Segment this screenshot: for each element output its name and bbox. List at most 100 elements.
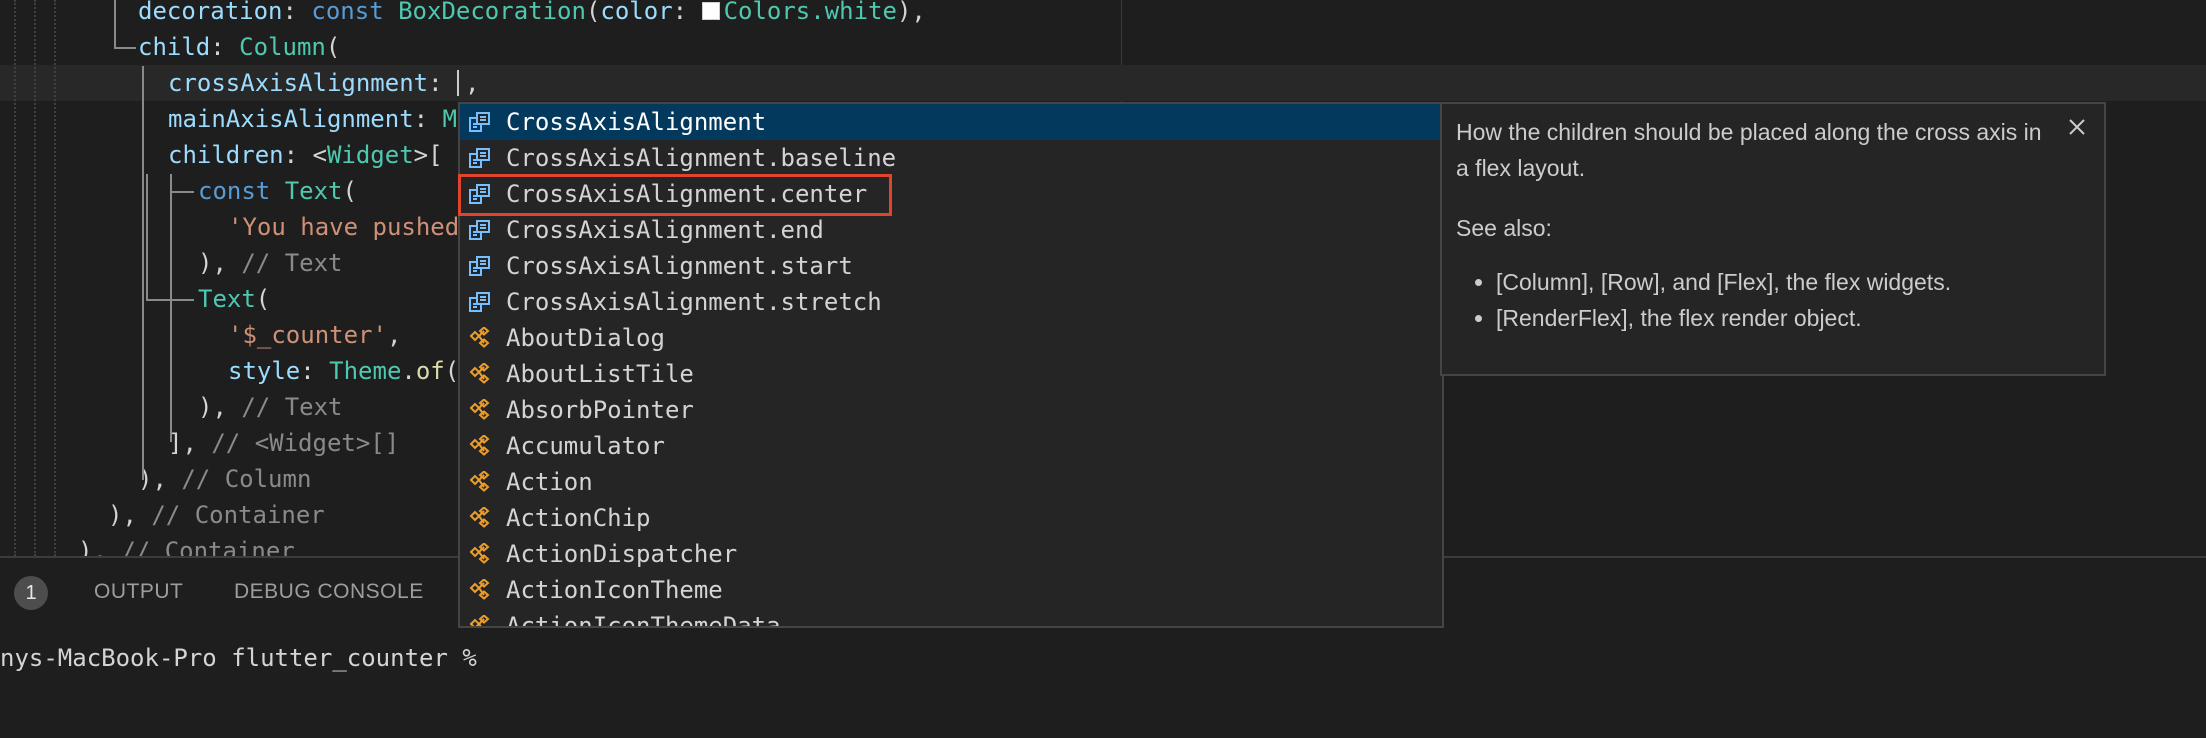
code-token: : (413, 105, 443, 133)
indent-guide (34, 0, 36, 556)
terminal-prompt[interactable]: nys-MacBook-Pro flutter_counter % (0, 644, 477, 672)
indent-guide (54, 0, 56, 556)
enum-member-icon (469, 220, 490, 240)
class-icon (469, 579, 490, 600)
doc-summary: How the children should be placed along … (1456, 119, 2042, 181)
tab-debug-console[interactable]: DEBUG CONSOLE (234, 580, 424, 604)
code-token: Colors.white (723, 0, 897, 25)
doc-see-also-heading: See also: (1456, 215, 1552, 241)
suggestion-label: CrossAxisAlignment.start (506, 252, 853, 280)
code-token: ( (255, 285, 271, 313)
color-swatch-icon[interactable] (701, 2, 720, 20)
suggestion-item[interactable]: ActionIconTheme (460, 572, 1442, 608)
code-token: ), (138, 465, 182, 493)
code-token: : (282, 0, 312, 25)
bracket-guide (146, 174, 148, 300)
code-token: '$_counter' (228, 321, 387, 349)
suggestion-item[interactable]: ActionDispatcher (460, 536, 1442, 572)
suggestion-label: CrossAxisAlignment (506, 108, 767, 136)
code-token: // Container (121, 537, 295, 556)
bracket-guide (146, 299, 194, 301)
code-line[interactable]: child: Column( (0, 29, 2206, 65)
suggestion-item[interactable]: AboutListTile (460, 356, 1442, 392)
code-token: ), (78, 537, 122, 556)
code-line-current[interactable]: crossAxisAlignment: , (0, 65, 2206, 101)
code-token: // Container (151, 501, 325, 529)
code-token: Column (239, 33, 326, 61)
suggestion-label: CrossAxisAlignment.stretch (506, 288, 882, 316)
code-token: ), (896, 0, 926, 25)
code-token: mainAxisAlignment (168, 105, 414, 133)
enum-member-icon (469, 112, 490, 132)
code-token: , (465, 69, 480, 97)
code-token: // Text (241, 249, 343, 277)
code-token: : (672, 0, 702, 25)
code-token: Theme (329, 357, 402, 385)
suggestion-label: CrossAxisAlignment.end (506, 216, 824, 244)
suggestion-item[interactable]: CrossAxisAlignment.end (460, 212, 1442, 248)
annotation-highlight-box (458, 174, 892, 216)
code-token: , (386, 321, 402, 349)
code-token: decoration (138, 0, 283, 25)
suggestion-item[interactable]: ActionIconThemeData (460, 608, 1442, 626)
class-icon (469, 615, 490, 626)
indent-guide (14, 0, 16, 556)
code-token: child (138, 33, 211, 61)
suggestion-item[interactable]: CrossAxisAlignment.start (460, 248, 1442, 284)
code-token: Text (284, 177, 343, 205)
class-icon (469, 507, 490, 528)
suggestion-item[interactable]: CrossAxisAlignment.stretch (460, 284, 1442, 320)
code-token: Widget (326, 141, 414, 169)
code-token: BoxDecoration (398, 0, 586, 25)
close-icon[interactable] (2064, 114, 2090, 140)
code-token: 'You have pushed (228, 213, 460, 241)
suggestion-item[interactable]: AbsorbPointer (460, 392, 1442, 428)
code-token: Text (198, 285, 256, 313)
code-token: ), (108, 501, 152, 529)
code-token: ], (168, 429, 212, 457)
code-token: >[ (413, 141, 443, 169)
bracket-guide (114, 0, 116, 49)
code-token: of (415, 357, 445, 385)
code-token: style (228, 357, 301, 385)
enum-member-icon (469, 256, 490, 276)
code-token: const (198, 177, 271, 205)
suggestion-label: AbsorbPointer (506, 396, 694, 424)
suggestion-label: ActionChip (506, 504, 651, 532)
suggestion-label: CrossAxisAlignment.baseline (506, 144, 897, 172)
enum-member-icon (469, 148, 490, 168)
suggestion-item[interactable]: CrossAxisAlignment (460, 104, 1442, 140)
problems-count-badge[interactable]: 1 (14, 576, 48, 610)
code-token: // Text (241, 393, 343, 421)
suggestion-label: Action (506, 468, 593, 496)
class-icon (469, 471, 490, 492)
suggestion-item[interactable]: AboutDialog (460, 320, 1442, 356)
class-icon (469, 399, 490, 420)
enum-member-icon (469, 292, 490, 312)
code-token: . (401, 357, 416, 385)
suggestion-label: Accumulator (506, 432, 665, 460)
text-cursor (457, 70, 459, 96)
code-token: // Column (181, 465, 312, 493)
suggestion-label: AboutDialog (506, 324, 665, 352)
suggestion-item[interactable]: CrossAxisAlignment.baseline (460, 140, 1442, 176)
code-token: ), (198, 393, 242, 421)
code-token: // <Widget>[] (211, 429, 400, 457)
doc-bullet: [RenderFlex], the flex render object. (1496, 300, 2116, 336)
suggestion-item[interactable]: Accumulator (460, 428, 1442, 464)
code-token: M (442, 105, 457, 133)
suggestion-label: ActionDispatcher (506, 540, 738, 568)
code-line[interactable]: decoration: const BoxDecoration(color: C… (0, 0, 2206, 29)
doc-bullet: [Column], [Row], and [Flex], the flex wi… (1496, 264, 2116, 300)
code-token: ( (342, 177, 357, 205)
bracket-guide (114, 47, 136, 49)
suggestion-item[interactable]: Action (460, 464, 1442, 500)
code-token: : (210, 33, 240, 61)
tab-output[interactable]: OUTPUT (94, 580, 183, 604)
bracket-guide (142, 66, 144, 480)
class-icon (469, 327, 490, 348)
suggestion-label: AboutListTile (506, 360, 694, 388)
code-token: ), (198, 249, 242, 277)
class-icon (469, 435, 490, 456)
suggestion-item[interactable]: ActionChip (460, 500, 1442, 536)
